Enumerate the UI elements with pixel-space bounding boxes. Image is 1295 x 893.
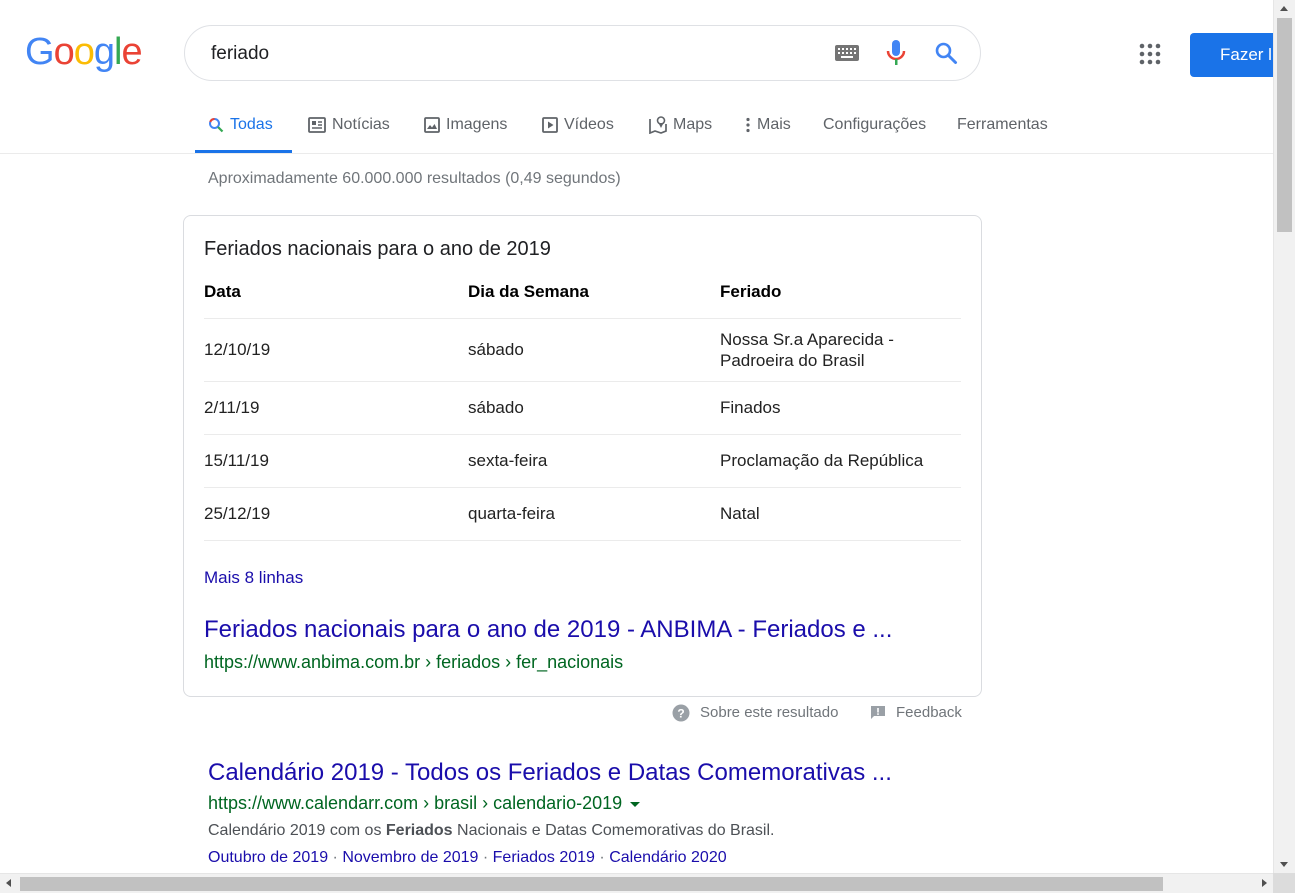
- sign-in-button[interactable]: Fazer l: [1190, 33, 1280, 77]
- logo-letter: l: [113, 31, 123, 73]
- feedback-label: Feedback: [896, 704, 962, 721]
- cell-weekday: quarta-feira: [468, 487, 720, 541]
- tab-more[interactable]: Mais: [746, 105, 791, 153]
- vertical-scrollbar[interactable]: [1273, 0, 1295, 873]
- cell-date: 25/12/19: [204, 487, 468, 541]
- sitelink[interactable]: Calendário 2020: [609, 849, 726, 866]
- search-icon: [209, 117, 224, 133]
- featured-title: Feriados nacionais para o ano de 2019: [204, 238, 551, 260]
- tab-label: Vídeos: [564, 116, 614, 133]
- sitelinks: Outubro de 2019 · Novembro de 2019 · Fer…: [208, 849, 727, 867]
- map-icon: [649, 115, 667, 135]
- tab-label: Todas: [230, 116, 273, 133]
- about-result-link[interactable]: ? Sobre este resultado: [672, 704, 838, 722]
- tab-label: Notícias: [332, 116, 390, 133]
- help-icon: ?: [672, 704, 690, 722]
- featured-result-link[interactable]: Feriados nacionais para o ano de 2019 - …: [204, 616, 892, 644]
- result-stats: Aproximadamente 60.000.000 resultados (0…: [208, 170, 621, 187]
- keyboard-icon[interactable]: [834, 43, 860, 63]
- column-header: Feriado: [720, 282, 782, 301]
- cell-weekday: sábado: [468, 381, 720, 435]
- scroll-up-arrow-icon[interactable]: [1280, 6, 1288, 11]
- tab-label: Imagens: [446, 116, 508, 133]
- cell-holiday-line: Padroeira do Brasil: [720, 351, 865, 370]
- sitelink-separator: ·: [332, 849, 338, 866]
- more-rows-link[interactable]: Mais 8 linhas: [204, 568, 303, 588]
- tab-tools[interactable]: Ferramentas: [957, 105, 1048, 153]
- featured-snippet-card: Feriados nacionais para o ano de 2019 Da…: [183, 215, 982, 697]
- sitelink-separator: ·: [482, 849, 489, 866]
- holidays-table: Data Dia da Semana Feriado 12/10/19 sába…: [204, 282, 961, 541]
- tab-all[interactable]: Todas: [195, 105, 292, 153]
- search-box: [184, 25, 981, 81]
- tab-images[interactable]: Imagens: [424, 105, 507, 153]
- scrollbar-corner: [1273, 873, 1295, 893]
- mic-icon[interactable]: [885, 39, 907, 67]
- table-row: 15/11/19 sexta-feira Proclamação da Repú…: [204, 434, 961, 488]
- snippet-bold: Feriados: [385, 822, 453, 839]
- news-icon: [308, 116, 326, 133]
- scroll-down-arrow-icon[interactable]: [1280, 862, 1288, 867]
- sitelink[interactable]: Feriados 2019: [493, 849, 595, 866]
- tabs-divider: [0, 153, 1275, 154]
- feedback-icon: [871, 706, 885, 720]
- logo-letter: G: [25, 31, 55, 73]
- table-header-row: Data Dia da Semana Feriado: [204, 282, 961, 319]
- horizontal-scroll-thumb[interactable]: [20, 877, 1163, 891]
- result-url-text: https://www.calendarr.com › brasil › cal…: [208, 793, 623, 813]
- logo-letter: e: [121, 31, 142, 73]
- sitelink-separator: ·: [599, 849, 605, 866]
- scroll-right-arrow-icon[interactable]: [1262, 879, 1267, 887]
- sitelink[interactable]: Outubro de 2019: [208, 849, 328, 866]
- sitelink[interactable]: Novembro de 2019: [342, 849, 478, 866]
- logo-letter: g: [93, 31, 115, 73]
- caret-down-icon[interactable]: [630, 801, 641, 807]
- tab-news[interactable]: Notícias: [308, 105, 390, 153]
- table-row: 25/12/19 quarta-feira Natal: [204, 487, 961, 541]
- google-logo[interactable]: Google: [25, 31, 143, 73]
- cell-holiday: Nossa Sr.a Aparecida - Padroeira do Bras…: [720, 318, 961, 382]
- cell-holiday-line: Nossa Sr.a Aparecida -: [720, 330, 894, 349]
- logo-letter: o: [73, 31, 95, 73]
- search-input[interactable]: [209, 38, 813, 70]
- cell-holiday: Finados: [720, 381, 961, 435]
- horizontal-scrollbar[interactable]: [0, 873, 1273, 893]
- cell-date: 2/11/19: [204, 381, 468, 435]
- result-snippet: Calendário 2019 com os Feriados Nacionai…: [208, 822, 774, 840]
- result-url: https://www.calendarr.com › brasil › cal…: [208, 793, 641, 814]
- column-header: Dia da Semana: [468, 282, 589, 301]
- vertical-scroll-thumb[interactable]: [1277, 18, 1292, 232]
- tab-maps[interactable]: Maps: [649, 105, 712, 153]
- scroll-left-arrow-icon[interactable]: [6, 879, 11, 887]
- tab-label: Mais: [757, 116, 791, 133]
- cell-date: 12/10/19: [204, 318, 468, 382]
- column-header: Data: [204, 282, 241, 301]
- apps-grid-icon[interactable]: [1139, 43, 1161, 65]
- cell-weekday: sábado: [468, 318, 720, 382]
- tab-settings[interactable]: Configurações: [823, 105, 926, 153]
- table-row: 12/10/19 sábado Nossa Sr.a Aparecida - P…: [204, 318, 961, 382]
- table-row: 2/11/19 sábado Finados: [204, 381, 961, 435]
- snippet-text: Calendário 2019 com os: [208, 822, 386, 839]
- image-icon: [424, 116, 440, 133]
- result-title-link[interactable]: Calendário 2019 - Todos os Feriados e Da…: [208, 759, 892, 787]
- more-vert-icon: [746, 117, 750, 132]
- feedback-link[interactable]: Feedback: [870, 704, 962, 721]
- featured-result-url: https://www.anbima.com.br › feriados › f…: [204, 652, 624, 672]
- cell-date: 15/11/19: [204, 434, 468, 488]
- tab-videos[interactable]: Vídeos: [542, 105, 614, 153]
- tab-label: Maps: [673, 116, 713, 133]
- svg-text:?: ?: [677, 707, 684, 721]
- cell-holiday: Proclamação da República: [720, 434, 961, 488]
- about-label: Sobre este resultado: [700, 704, 839, 721]
- logo-letter: o: [53, 31, 75, 73]
- search-icon[interactable]: [934, 41, 958, 65]
- cell-holiday: Natal: [720, 487, 961, 541]
- video-icon: [542, 116, 558, 133]
- snippet-text: Nacionais e Datas Comemorativas do Brasi…: [452, 822, 775, 839]
- cell-weekday: sexta-feira: [468, 434, 720, 488]
